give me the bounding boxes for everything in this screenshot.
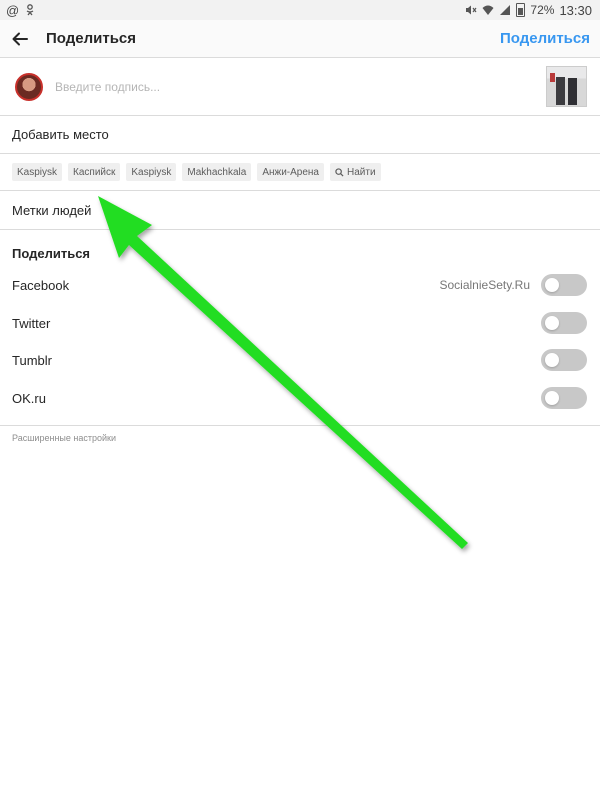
status-bar: @ 72% 13:30 xyxy=(0,0,600,20)
tag-people-label: Метки людей xyxy=(12,203,92,218)
tag-people-row[interactable]: Метки людей xyxy=(0,192,600,230)
location-suggestions: Kaspiysk Каспийск Kaspiysk Makhachkala А… xyxy=(0,154,600,191)
share-row-twitter: Twitter xyxy=(0,306,600,340)
avatar xyxy=(15,72,43,101)
battery-icon xyxy=(516,3,526,17)
mute-icon xyxy=(466,5,477,15)
location-search-chip[interactable]: Найти xyxy=(330,163,381,181)
add-place-label: Добавить место xyxy=(12,127,109,142)
location-chip[interactable]: Kaspiysk xyxy=(12,163,63,181)
share-row-okru: OK.ru xyxy=(0,381,600,415)
status-time: 13:30 xyxy=(559,2,592,18)
facebook-toggle[interactable] xyxy=(541,274,587,296)
share-label: Tumblr xyxy=(12,352,52,368)
facebook-account: SocialnieSety.Ru xyxy=(439,278,531,292)
share-row-tumblr: Tumblr xyxy=(0,343,600,377)
top-bar: Поделиться Поделиться xyxy=(0,20,600,58)
wifi-icon xyxy=(482,5,494,15)
share-label: OK.ru xyxy=(12,390,46,406)
caption-input[interactable] xyxy=(53,78,497,95)
twitter-toggle[interactable] xyxy=(541,312,587,334)
okru-toggle[interactable] xyxy=(541,387,587,409)
status-right-icons: 72% 13:30 xyxy=(465,3,600,18)
add-place-row[interactable]: Добавить место xyxy=(0,116,600,154)
advanced-settings-link[interactable]: Расширенные настройки xyxy=(12,433,116,443)
at-sign-icon: @ xyxy=(6,2,20,18)
back-button[interactable] xyxy=(0,20,40,57)
divider xyxy=(0,425,600,426)
battery-percent: 72% xyxy=(530,3,555,17)
caption-row xyxy=(0,58,600,116)
location-chip[interactable]: Kaspiysk xyxy=(126,163,177,181)
arrow-left-icon xyxy=(12,32,28,45)
signal-icon xyxy=(500,5,511,15)
location-chip[interactable]: Makhachkala xyxy=(182,163,252,181)
tumblr-toggle[interactable] xyxy=(541,349,587,371)
share-label: Twitter xyxy=(12,315,51,331)
page-title: Поделиться xyxy=(46,30,137,47)
share-label: Facebook xyxy=(12,277,70,293)
odnoklassniki-icon xyxy=(26,4,34,16)
share-row-facebook: Facebook SocialnieSety.Ru xyxy=(0,268,600,302)
location-chip[interactable]: Каспийск xyxy=(68,163,121,181)
share-button[interactable]: Поделиться xyxy=(500,30,590,47)
location-chip[interactable]: Анжи-Арена xyxy=(257,163,324,181)
post-thumbnail[interactable] xyxy=(546,66,587,107)
search-icon xyxy=(335,167,344,177)
status-left-icons: @ xyxy=(0,3,35,18)
share-heading: Поделиться xyxy=(12,246,91,261)
